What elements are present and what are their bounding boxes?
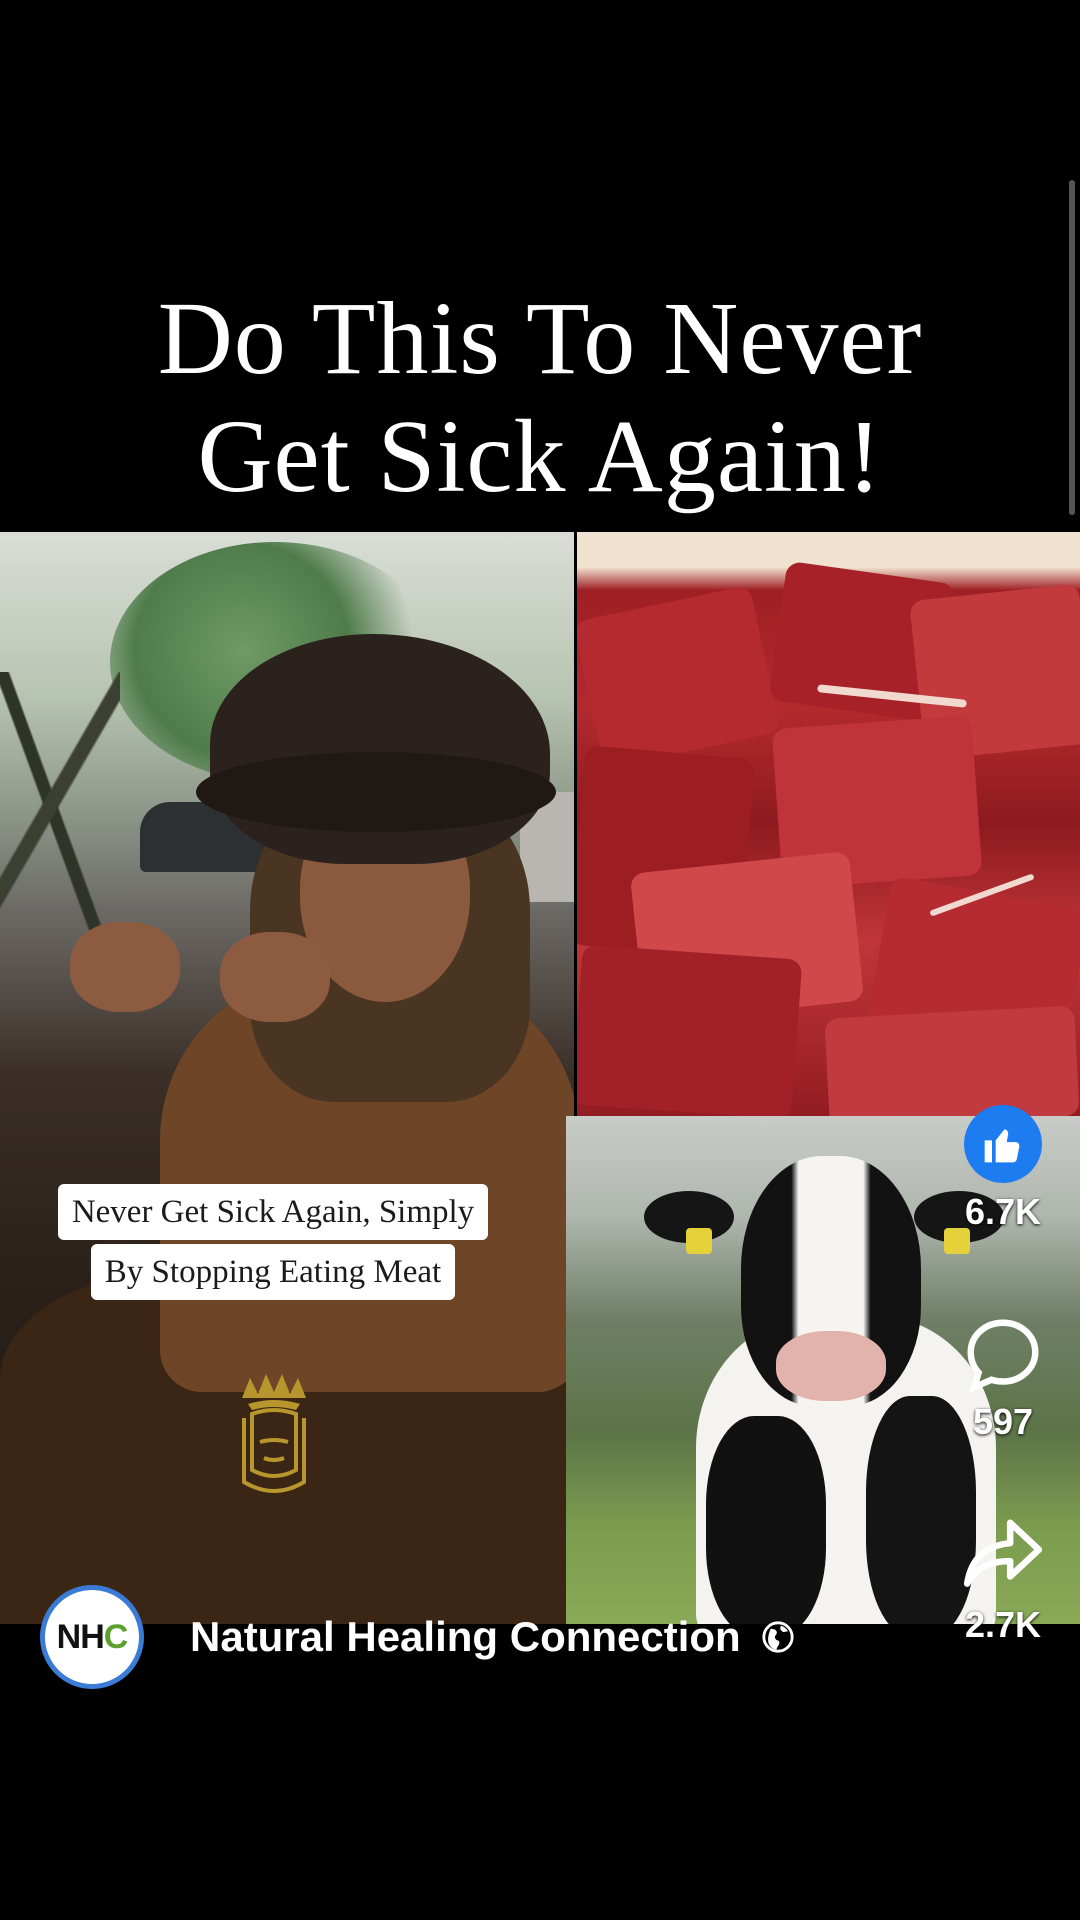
cow-ear-tag xyxy=(686,1228,712,1254)
thumbs-up-icon xyxy=(984,1129,1020,1163)
like-count: 6.7K xyxy=(964,1191,1042,1232)
caption-line-1: Never Get Sick Again, Simply xyxy=(57,1184,489,1240)
video-caption: Never Get Sick Again, Simply By Stopping… xyxy=(16,1184,530,1300)
like-action[interactable]: 6.7K xyxy=(958,1105,1048,1233)
author-name[interactable]: Natural Healing Connection xyxy=(190,1613,741,1661)
caption-line-2: By Stopping Eating Meat xyxy=(90,1244,456,1300)
comment-action[interactable]: 597 xyxy=(958,1312,1048,1443)
speaker-hat-brim xyxy=(196,752,556,832)
share-count: 2.7K xyxy=(964,1604,1042,1645)
author-row[interactable]: NH C Natural Healing Connection xyxy=(40,1582,795,1692)
speaker-hand xyxy=(220,932,330,1022)
video-headline: Do This To Never Get Sick Again! xyxy=(0,280,1080,516)
avatar-text: NH xyxy=(56,1617,105,1656)
headline-line-2: Get Sick Again! xyxy=(197,399,883,514)
share-action[interactable]: 2.7K xyxy=(958,1515,1048,1646)
share-arrow-icon[interactable] xyxy=(960,1515,1046,1595)
author-avatar[interactable]: NH C xyxy=(40,1585,144,1689)
like-button[interactable] xyxy=(964,1105,1042,1183)
comment-bubble-icon[interactable] xyxy=(960,1312,1046,1398)
avatar-text-accent: C xyxy=(103,1617,129,1656)
brand-watermark-icon xyxy=(242,1374,306,1493)
speaker-hand xyxy=(70,922,180,1012)
headline-line-1: Do This To Never xyxy=(157,281,923,396)
image-raw-meat[interactable] xyxy=(577,532,1080,1116)
globe-icon xyxy=(762,1621,794,1653)
comment-count: 597 xyxy=(972,1401,1034,1442)
cow-nose xyxy=(776,1331,886,1401)
